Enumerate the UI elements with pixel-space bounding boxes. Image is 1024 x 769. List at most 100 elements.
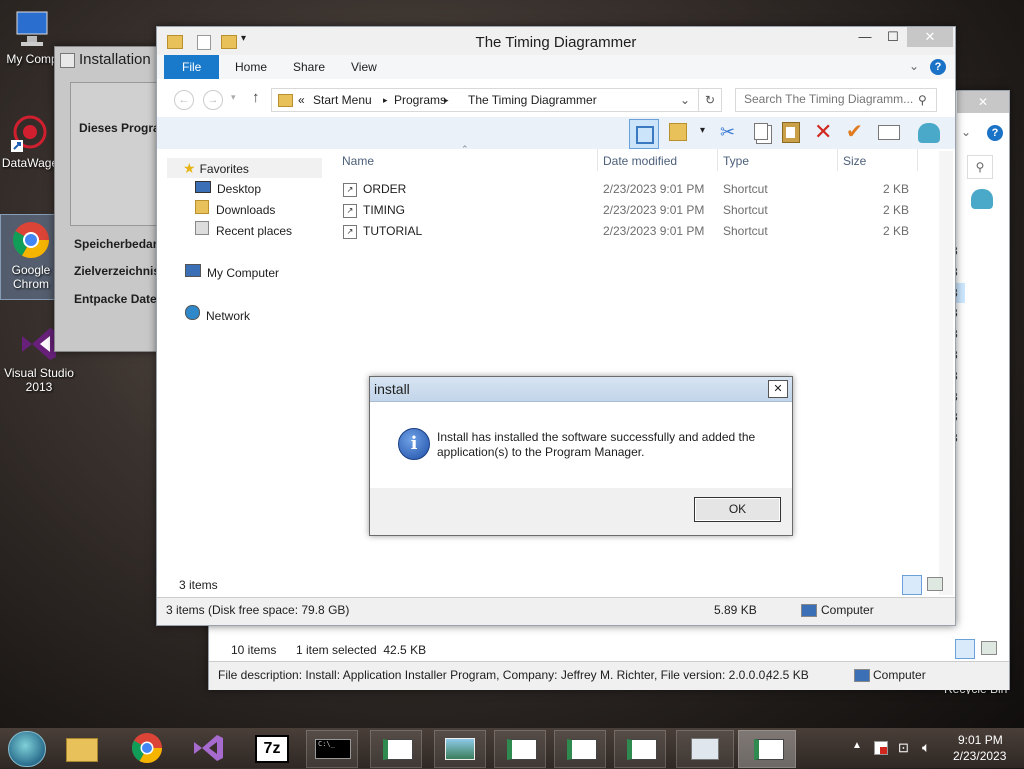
dialog-close-button[interactable]: ✕ [768,380,788,398]
taskbar-command-prompt[interactable]: C:\_ [306,730,358,768]
taskbar-visual-studio[interactable] [186,730,232,766]
desktop-icon-chrome[interactable]: Google Chrom [0,214,62,300]
refresh-button[interactable]: ↻ [698,88,722,112]
show-hidden-icons[interactable]: ▲ [852,740,862,751]
tab-file[interactable]: File [164,55,220,79]
action-center-icon[interactable] [874,741,888,755]
details-view-button[interactable] [955,639,975,659]
file-row[interactable]: ↗ TIMING 2/23/2023 9:01 PM Shortcut 2 KB [337,200,917,221]
nav-favorites[interactable]: ★ Favorites [167,158,322,178]
nav-recent-places[interactable]: Recent places [195,221,292,241]
title-bar[interactable]: ▾ The Timing Diagrammer — ☐ ✕ [157,27,955,55]
chevron-down-icon[interactable]: ⌄ [909,59,919,73]
rename-icon[interactable]: ✔ [846,119,863,144]
breadcrumb-programs[interactable]: Programs [394,89,446,111]
move-to-icon[interactable] [669,123,687,141]
taskbar-file-explorer[interactable] [58,730,104,766]
dialog-title-bar[interactable]: install ✕ [370,377,792,402]
nav-downloads[interactable]: Downloads [195,200,275,220]
close-button[interactable]: ✕ [907,27,953,47]
tab-home[interactable]: Home [223,55,279,79]
taskbar-chrome[interactable] [124,730,170,766]
copy-icon[interactable] [754,123,768,140]
address-bar[interactable]: « Start Menu ▸ Programs ▸ The Timing Dia… [271,88,699,112]
help-icon[interactable]: ? [930,59,946,75]
breadcrumb-current[interactable]: The Timing Diagrammer [468,89,597,111]
desktop-icon-my-computer[interactable]: My Comp [2,8,62,66]
search-input[interactable] [742,91,916,107]
back-button[interactable]: ← [174,90,194,110]
taskbar-image-viewer[interactable] [434,730,486,768]
file-row[interactable]: ↗ TUTORIAL 2/23/2023 9:01 PM Shortcut 2 … [337,221,917,242]
breadcrumb-start-menu[interactable]: Start Menu [313,89,372,111]
search-box[interactable]: ⚲ [735,88,937,112]
ribbon-tabs: File Home Share View ⌄ ? [157,55,955,79]
nav-desktop[interactable]: Desktop [195,179,261,199]
chevron-down-icon[interactable]: ⌄ [680,89,690,111]
taskbar-window[interactable] [554,730,606,768]
desktop-icon-label: Visual Studio 2013 [4,366,74,394]
desktop-icon-datawage[interactable]: DataWage [0,112,60,170]
taskbar-performance-monitor[interactable] [676,730,734,768]
volume-icon[interactable]: 🔈︎ [922,739,930,756]
taskbar-7zip[interactable]: 7z [248,730,294,766]
chrome-icon [131,733,162,764]
search-icon[interactable]: ⚲ [967,155,993,179]
delete-icon[interactable]: ✕ [814,119,832,145]
column-date-modified[interactable]: Date modified [603,154,677,168]
status-selected: 1 item selected 42.5 KB [296,643,427,657]
help-icon[interactable]: ? [987,125,1003,141]
desktop-icon [195,181,211,193]
clock-date[interactable]: 2/23/2023 [953,749,1006,763]
recent-locations-icon[interactable]: ▾ [231,92,236,103]
window-icon [627,739,657,760]
tab-view[interactable]: View [339,55,389,79]
column-size[interactable]: Size [843,154,866,168]
tiles-view-button[interactable] [927,577,943,591]
status-size: 5.89 KB [714,603,757,617]
forward-button[interactable]: → [203,90,223,110]
file-row[interactable]: ↗ ORDER 2/23/2023 9:01 PM Shortcut 2 KB [337,179,917,200]
dropdown-icon[interactable]: ▾ [700,125,705,136]
computer-icon [185,264,201,277]
column-type[interactable]: Type [723,154,749,168]
close-button[interactable]: ✕ [957,91,1009,113]
maximize-button[interactable]: ☐ [879,27,907,47]
item-count: 3 items [179,578,218,592]
preview-pane-icon[interactable] [629,119,659,149]
paste-icon[interactable] [782,122,800,143]
folder-icon [278,94,293,107]
taskbar-active-window[interactable] [738,730,796,768]
taskbar-window[interactable] [494,730,546,768]
explorer-window[interactable]: ▾ The Timing Diagrammer — ☐ ✕ File Home … [156,26,956,626]
status-bar: 3 items (Disk free space: 79.8 GB) 5.89 … [157,597,955,625]
status-item-count: 10 items [231,643,277,657]
details-view-button[interactable] [902,575,922,595]
ok-button[interactable]: OK [694,497,781,522]
breadcrumb-overflow[interactable]: « [298,89,305,111]
properties-icon[interactable] [878,125,900,140]
up-button[interactable]: ↑ [252,89,260,106]
installation-window[interactable]: Installation Dieses Progra Speicherbedar… [54,46,160,352]
tab-share[interactable]: Share [281,55,337,79]
taskbar: 7z C:\_ ▲ ⊡ 🔈︎ 9:01 PM 2/23/2023 [0,728,1024,768]
clock-time[interactable]: 9:01 PM [958,733,1003,747]
cut-icon[interactable]: ✂ [720,122,735,143]
taskbar-window[interactable] [370,730,422,768]
tiles-view-button[interactable] [981,641,997,655]
navigation-pane: ★ Favorites Desktop Downloads Recent plac… [157,155,322,593]
column-name[interactable]: Name [342,154,374,168]
details-location: Computer [873,668,926,682]
nav-network[interactable]: Network [185,305,250,325]
install-dialog[interactable]: install ✕ i Install has installed the so… [369,376,793,536]
nav-my-computer[interactable]: My Computer [185,263,279,283]
network-icon[interactable]: ⊡ [898,740,909,756]
7zip-icon: 7z [255,735,289,763]
start-button[interactable] [8,731,46,767]
minimize-button[interactable]: — [851,27,879,47]
taskbar-window[interactable] [614,730,666,768]
shell-icon[interactable] [971,189,993,209]
chevron-down-icon[interactable]: ⌄ [961,125,971,139]
scrollbar[interactable] [939,151,953,595]
shell-icon[interactable] [918,123,940,143]
